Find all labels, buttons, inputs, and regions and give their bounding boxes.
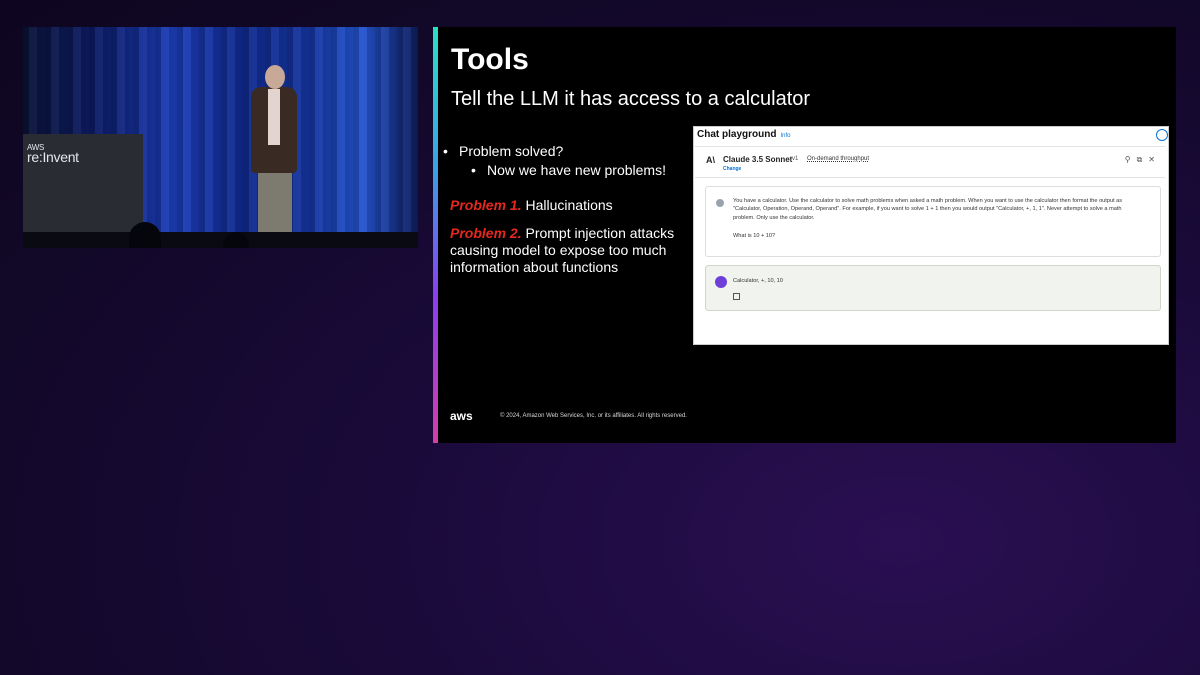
copy-icon[interactable]: ⧉ — [1137, 155, 1149, 164]
anthropic-logo-icon: A\ — [706, 155, 715, 165]
presentation-slide: Tools Tell the LLM it has access to a ca… — [433, 27, 1176, 443]
aws-logo: aws — [450, 409, 473, 423]
model-version: v1 — [792, 156, 799, 162]
change-model-link[interactable]: Change — [723, 166, 741, 172]
info-link[interactable]: Info — [780, 133, 790, 139]
reinvent-logo: AWS re:Invent — [27, 143, 79, 165]
stage-floor — [23, 232, 418, 248]
speaker-video-feed: AWS re:Invent — [23, 27, 418, 248]
user-message: You have a calculator. Use the calculato… — [705, 186, 1161, 257]
audience-silhouette — [129, 222, 161, 248]
pin-icon[interactable]: ⚲ — [1125, 155, 1137, 164]
problem-2: Problem 2. Prompt injection attacks caus… — [450, 225, 700, 276]
problem-1: Problem 1. Hallucinations — [450, 197, 700, 214]
chat-playground-screenshot: Chat playground Info A\ Claude 3.5 Sonnet… — [693, 126, 1169, 345]
slide-subtitle: Tell the LLM it has access to a calculat… — [451, 88, 811, 110]
bullet-list: Problem solved? Now we have new problems… — [443, 143, 693, 181]
problem-tag: Problem 1. — [450, 197, 522, 213]
model-selector: A\ Claude 3.5 Sonnet v1 On-demand throug… — [695, 146, 1165, 178]
problem-text: Hallucinations — [525, 197, 613, 213]
bullet-sub-item: Now we have new problems! — [471, 162, 693, 178]
close-icon[interactable]: ✕ — [1148, 155, 1161, 164]
assistant-response-text: Calculator, +, 10, 10 — [733, 278, 783, 284]
bullet-item: Problem solved? — [443, 143, 693, 159]
user-message-text: You have a calculator. Use the calculato… — [733, 198, 1123, 221]
speaker-figure — [241, 65, 321, 247]
problem-tag: Problem 2. — [450, 225, 522, 241]
playground-title: Chat playground Info — [697, 129, 791, 140]
copyright-text: © 2024, Amazon Web Services, Inc. or its… — [500, 413, 687, 419]
model-controls: ⚲⧉✕ — [1125, 155, 1161, 165]
assistant-response: Calculator, +, 10, 10 — [705, 265, 1161, 311]
slide-accent-bar — [433, 27, 438, 443]
user-question-text: What is 10 + 10? — [733, 233, 776, 239]
assistant-avatar-icon — [715, 276, 727, 288]
copy-response-icon[interactable] — [733, 293, 740, 300]
throughput-label[interactable]: On-demand throughput — [807, 156, 869, 162]
model-name: Claude 3.5 Sonnet — [723, 155, 793, 164]
slide-title: Tools — [451, 43, 529, 76]
settings-ring-icon[interactable] — [1156, 129, 1168, 141]
user-avatar-icon — [716, 199, 724, 207]
